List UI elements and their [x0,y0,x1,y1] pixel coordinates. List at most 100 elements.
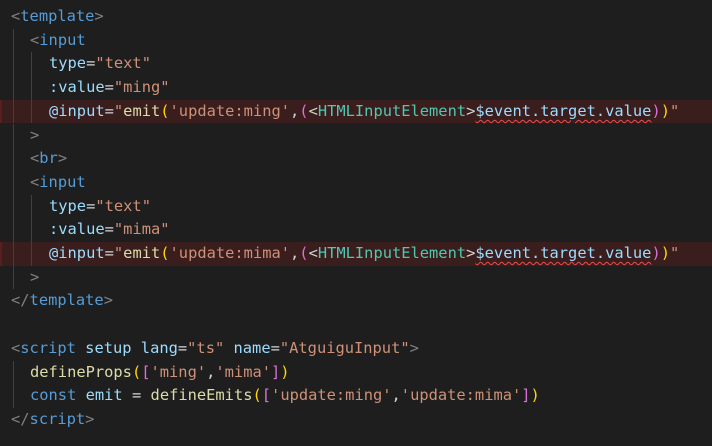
indent-guide [31,242,32,266]
quote: " [670,101,680,120]
tag-bracket: < [30,30,40,49]
bracket: ] [271,362,281,381]
quote: " [113,101,124,120]
attr-name: type [49,54,87,73]
equals: = [104,78,114,97]
tag-name: template [29,291,104,310]
code-line-6[interactable]: > [0,123,712,148]
tag-name: input [39,172,86,191]
paren: ( [252,386,262,405]
equals: = [104,244,114,262]
indent-guide [13,384,14,408]
code-line-13[interactable]: </template> [0,289,712,313]
indent-guide [13,265,14,290]
variable-name: emit [85,386,123,405]
attr-value: "AtguiguInput" [279,338,410,357]
attr-value: "ming" [113,78,170,97]
indent-guide [13,218,14,242]
paren: ( [131,362,142,381]
indent-guide [31,218,32,242]
code-line-1[interactable]: <template> [0,5,712,29]
function-name: defineProps [30,362,132,381]
attr-value: "text" [95,54,151,73]
equals: = [131,386,142,405]
tag-bracket: > [409,338,419,357]
attr-name: :value [49,220,105,239]
paren: ) [660,101,671,120]
function-name: defineEmits [150,386,253,405]
code-line-11-error[interactable]: @input="emit('update:mima',(<HTMLInputEl… [0,242,712,266]
indent-guide [13,76,14,100]
tag-name: script [29,409,86,428]
code-line-14-empty[interactable] [0,313,712,337]
code-line-10[interactable]: :value="mima" [0,218,712,242]
bracket: ] [521,386,531,405]
string-literal: 'update:mima' [169,244,290,262]
paren: ) [651,101,661,120]
function-name: emit [123,101,161,120]
code-line-12[interactable]: > [0,265,712,290]
tag-bracket: < [11,338,21,357]
code-line-16[interactable]: defineProps(['ming','mima']) [0,360,712,385]
tag-name: template [20,7,95,25]
tag-bracket: > [94,7,104,25]
indent-guide [13,123,14,148]
paren: ( [160,244,170,262]
attr-value: "mima" [113,220,170,239]
indent-guide [13,170,14,195]
indent-guide [13,242,14,266]
attr-name: @input [49,244,105,262]
string-literal: 'ming' [150,362,207,381]
tag-bracket: > [57,149,68,168]
code-line-2[interactable]: <input [0,28,712,53]
tag-bracket: < [11,7,21,25]
error-squiggle-expression[interactable]: $event.target.value [475,244,651,262]
comma: , [290,244,300,262]
tag-bracket: </ [11,409,30,428]
code-line-4[interactable]: :value="ming" [0,76,712,100]
paren: ) [280,362,290,381]
attr-value: "text" [95,196,151,215]
type-name: HTMLInputElement [317,101,467,120]
paren: ( [299,244,309,262]
code-line-5-error[interactable]: @input="emit('update:ming',(<HTMLInputEl… [0,99,712,124]
string-literal: 'update:ming' [169,101,290,120]
string-literal: 'mima' [215,362,271,381]
code-line-8[interactable]: <input [0,170,712,195]
type-bracket: > [466,101,476,120]
tag-name: br [39,149,58,168]
type-name: HTMLInputElement [317,244,467,262]
indent-guide [13,360,14,385]
paren: ( [160,101,170,120]
equals: = [104,220,114,239]
indent-guide [13,147,14,171]
attr-name: name [233,338,271,357]
code-line-15[interactable]: <script setup lang="ts" name="AtguiguInp… [0,337,712,361]
tag-bracket: </ [11,291,30,310]
tag-bracket: > [85,409,95,428]
indent-guide [13,99,14,124]
bracket: [ [261,386,272,405]
equals: = [177,338,188,357]
tag-bracket: > [30,125,40,144]
error-squiggle-expression[interactable]: $event.target.value [475,102,651,120]
bracket: [ [141,362,151,381]
code-line-3[interactable]: type="text" [0,52,712,77]
code-line-9[interactable]: type="text" [0,194,712,219]
attr-name: lang [140,338,178,357]
code-line-17[interactable]: const emit = defineEmits(['update:ming',… [0,384,712,408]
attr-name: :value [49,78,105,97]
attr-name: setup [85,338,132,357]
comma: , [206,362,216,381]
indent-guide [13,52,14,77]
comma: , [391,386,401,405]
type-bracket: < [308,101,318,120]
equals: = [104,101,114,120]
code-editor[interactable]: <template> <input type="text" :value="mi… [0,0,712,446]
function-name: emit [123,244,161,262]
attr-name: type [49,196,87,215]
code-line-18[interactable]: </script> [0,408,712,432]
code-line-7[interactable]: <br> [0,147,712,171]
quote: " [113,244,124,262]
indent-guide [31,76,32,100]
